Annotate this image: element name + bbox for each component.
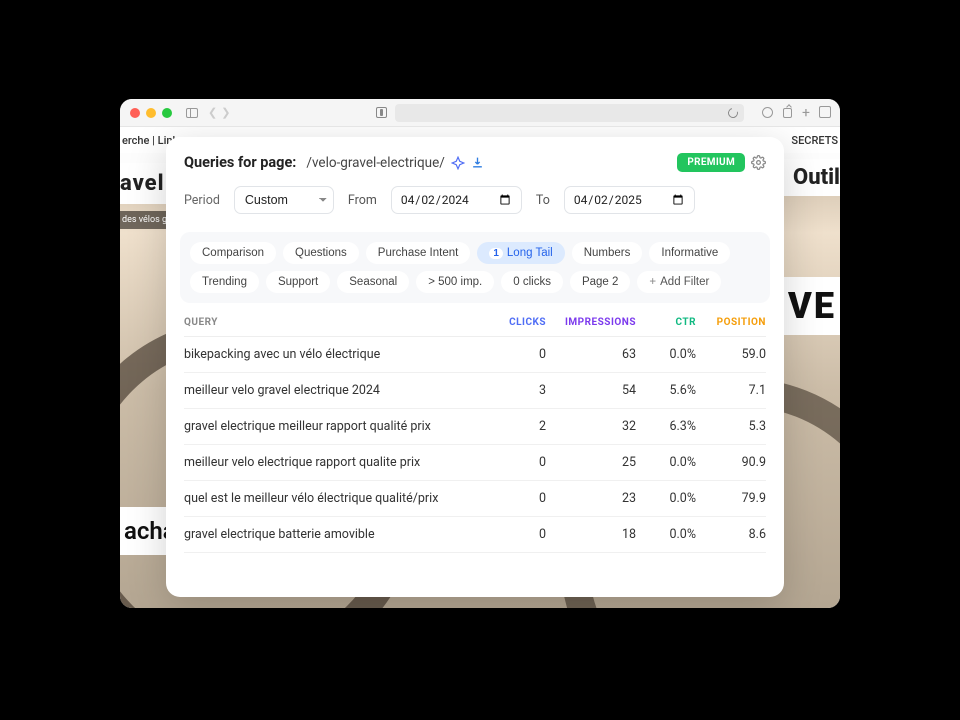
cell-clicks: 0 bbox=[486, 347, 546, 362]
maximize-window-button[interactable] bbox=[162, 108, 172, 118]
table-row[interactable]: meilleur velo electrique rapport qualite… bbox=[184, 445, 766, 481]
cell-query: gravel electrique batterie amovible bbox=[184, 527, 486, 542]
filter-chip-page-2[interactable]: Page 2 bbox=[570, 271, 630, 293]
filter-chip-purchase-intent[interactable]: Purchase Intent bbox=[366, 242, 471, 264]
cell-clicks: 0 bbox=[486, 527, 546, 542]
filter-chip-seasonal[interactable]: Seasonal bbox=[337, 271, 409, 293]
ai-diamond-icon[interactable] bbox=[451, 156, 465, 170]
filter-chip-support[interactable]: Support bbox=[266, 271, 330, 293]
reader-icon[interactable] bbox=[762, 107, 773, 118]
address-bar[interactable] bbox=[395, 104, 744, 122]
premium-badge[interactable]: PREMIUM bbox=[677, 153, 745, 172]
back-button[interactable]: ❮ bbox=[208, 106, 217, 119]
filter-chip-trending[interactable]: Trending bbox=[190, 271, 259, 293]
page-path: /velo-gravel-electrique/ bbox=[306, 155, 444, 171]
minimize-window-button[interactable] bbox=[146, 108, 156, 118]
col-query[interactable]: QUERY bbox=[184, 317, 486, 328]
to-date-input[interactable] bbox=[564, 186, 695, 214]
tabs-icon[interactable] bbox=[820, 108, 830, 118]
col-position[interactable]: POSITION bbox=[696, 317, 766, 328]
filter-chip-long-tail[interactable]: 1Long Tail bbox=[477, 242, 564, 264]
queries-panel: Queries for page: /velo-gravel-electriqu… bbox=[166, 137, 784, 597]
cell-position: 79.9 bbox=[696, 491, 766, 506]
privacy-shield-icon[interactable] bbox=[376, 107, 387, 118]
col-clicks[interactable]: CLICKS bbox=[486, 317, 546, 328]
from-date-input[interactable] bbox=[391, 186, 522, 214]
cell-query: meilleur velo gravel electrique 2024 bbox=[184, 383, 486, 398]
filter-chip-comparison[interactable]: Comparison bbox=[190, 242, 276, 264]
cell-query: quel est le meilleur vélo électrique qua… bbox=[184, 491, 486, 506]
filter-chip-informative[interactable]: Informative bbox=[649, 242, 730, 264]
viewport: erche | Link SECRETS Outil avel des vélo… bbox=[120, 127, 840, 608]
period-select[interactable]: Custom bbox=[234, 186, 334, 214]
from-label: From bbox=[348, 193, 377, 208]
cell-clicks: 3 bbox=[486, 383, 546, 398]
nav-text-right: SECRETS bbox=[791, 134, 838, 147]
share-icon[interactable] bbox=[783, 108, 792, 118]
cell-ctr: 5.6% bbox=[636, 383, 696, 398]
cell-query: bikepacking avec un vélo électrique bbox=[184, 347, 486, 362]
close-window-button[interactable] bbox=[130, 108, 140, 118]
filter-chip-0-clicks[interactable]: 0 clicks bbox=[501, 271, 563, 293]
browser-window: ❮ ❯ + erche | Link SECRETS Outil avel bbox=[120, 99, 840, 608]
bg-outil-text: Outil bbox=[781, 159, 840, 196]
sidebar-toggle-button[interactable] bbox=[186, 108, 198, 118]
col-ctr[interactable]: CTR bbox=[636, 317, 696, 328]
reload-icon[interactable] bbox=[726, 106, 740, 120]
cell-impressions: 32 bbox=[546, 419, 636, 434]
cell-clicks: 2 bbox=[486, 419, 546, 434]
table-row[interactable]: bikepacking avec un vélo électrique0630.… bbox=[184, 337, 766, 373]
cell-position: 7.1 bbox=[696, 383, 766, 398]
forward-button[interactable]: ❯ bbox=[221, 106, 230, 119]
panel-header: Queries for page: /velo-gravel-electriqu… bbox=[166, 153, 784, 172]
new-tab-button[interactable]: + bbox=[802, 106, 810, 120]
cell-impressions: 23 bbox=[546, 491, 636, 506]
table-header: QUERY CLICKS IMPRESSIONS CTR POSITION bbox=[184, 317, 766, 337]
cell-clicks: 0 bbox=[486, 491, 546, 506]
cell-position: 90.9 bbox=[696, 455, 766, 470]
cell-ctr: 6.3% bbox=[636, 419, 696, 434]
add-filter-button[interactable]: Add Filter bbox=[637, 271, 721, 293]
cell-ctr: 0.0% bbox=[636, 347, 696, 362]
date-range-controls: Period Custom From To bbox=[166, 172, 784, 232]
cell-impressions: 54 bbox=[546, 383, 636, 398]
table-row[interactable]: meilleur velo gravel electrique 20243545… bbox=[184, 373, 766, 409]
traffic-lights bbox=[130, 108, 172, 118]
cell-position: 59.0 bbox=[696, 347, 766, 362]
cell-impressions: 63 bbox=[546, 347, 636, 362]
table-row[interactable]: quel est le meilleur vélo électrique qua… bbox=[184, 481, 766, 517]
cell-query: gravel electrique meilleur rapport quali… bbox=[184, 419, 486, 434]
filter-chips: Comparison Questions Purchase Intent 1Long … bbox=[180, 232, 770, 303]
cell-position: 5.3 bbox=[696, 419, 766, 434]
filter-chip-questions[interactable]: Questions bbox=[283, 242, 359, 264]
gear-icon[interactable] bbox=[751, 155, 766, 170]
cell-ctr: 0.0% bbox=[636, 455, 696, 470]
panel-title: Queries for page: bbox=[184, 154, 296, 171]
period-label: Period bbox=[184, 193, 220, 208]
cell-impressions: 25 bbox=[546, 455, 636, 470]
to-label: To bbox=[536, 193, 550, 208]
filter-chip-numbers[interactable]: Numbers bbox=[572, 242, 643, 264]
table-row[interactable]: gravel electrique batterie amovible0180.… bbox=[184, 517, 766, 553]
cell-impressions: 18 bbox=[546, 527, 636, 542]
cell-ctr: 0.0% bbox=[636, 527, 696, 542]
queries-table: QUERY CLICKS IMPRESSIONS CTR POSITION bi… bbox=[166, 317, 784, 597]
cell-ctr: 0.0% bbox=[636, 491, 696, 506]
table-row[interactable]: gravel electrique meilleur rapport quali… bbox=[184, 409, 766, 445]
titlebar: ❮ ❯ + bbox=[120, 99, 840, 127]
col-impressions[interactable]: IMPRESSIONS bbox=[546, 317, 636, 328]
cell-query: meilleur velo electrique rapport qualite… bbox=[184, 455, 486, 470]
filter-chip--500-imp-[interactable]: > 500 imp. bbox=[416, 271, 494, 293]
cell-clicks: 0 bbox=[486, 455, 546, 470]
cell-position: 8.6 bbox=[696, 527, 766, 542]
download-icon[interactable] bbox=[471, 156, 484, 169]
